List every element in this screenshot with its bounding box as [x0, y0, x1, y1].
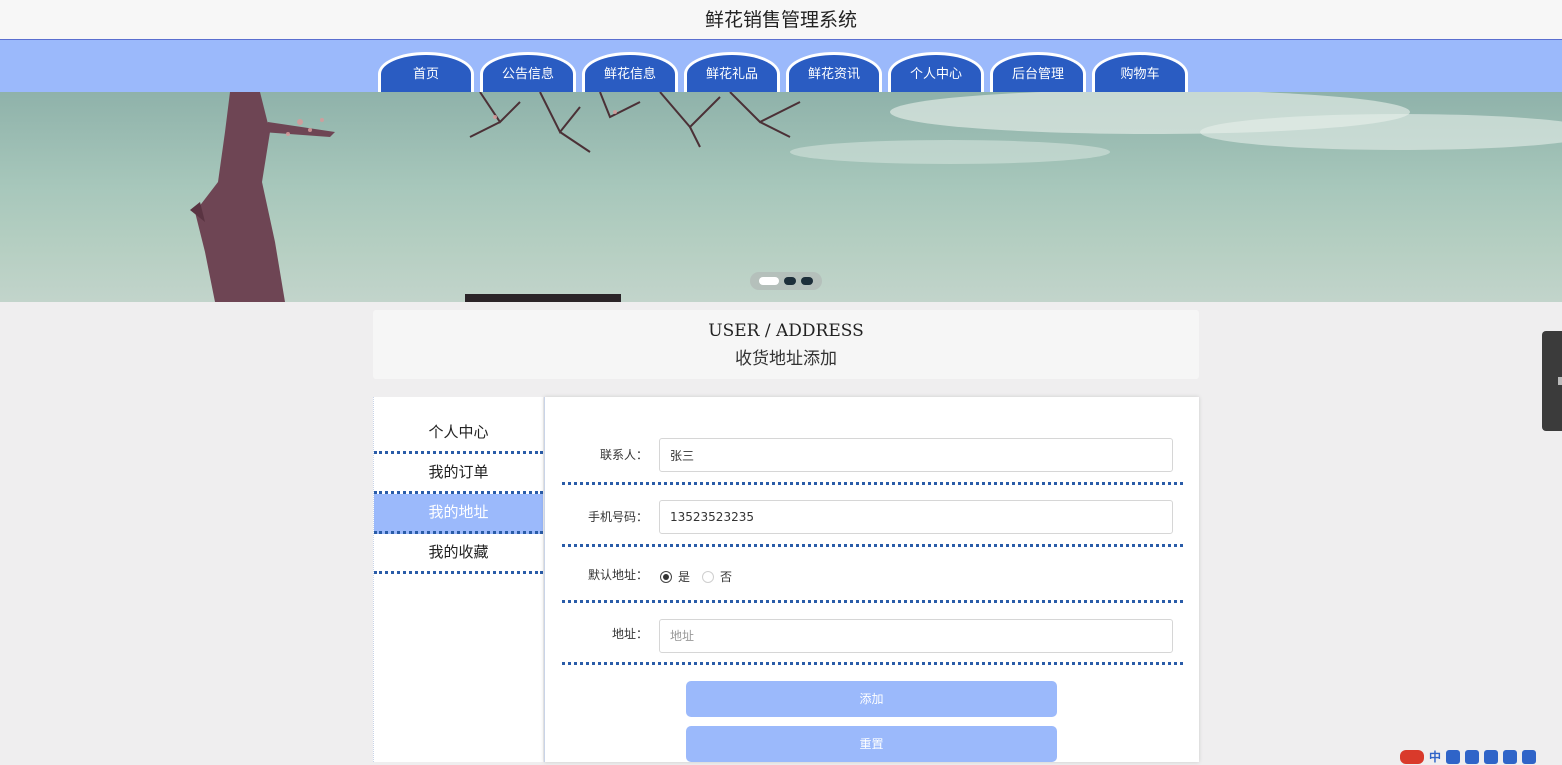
site-title: 鲜花销售管理系统 — [704, 9, 857, 31]
carousel-dot-3[interactable] — [801, 277, 813, 285]
emoji-icon[interactable] — [1465, 749, 1480, 764]
site-header: 鲜花销售管理系统 — [0, 0, 1562, 40]
default-address-radio-group: 是 否 — [660, 568, 744, 585]
form-row-default-address: 默认地址： 是 否 — [562, 560, 1183, 603]
page-title-cn: 收货地址添加 — [735, 349, 837, 369]
address-label: 地址： — [611, 627, 648, 641]
ime-logo-icon[interactable] — [1400, 749, 1424, 764]
contact-input[interactable] — [659, 438, 1173, 472]
default-yes-label: 是 — [678, 570, 691, 584]
nav-tab-flower-info[interactable]: 鲜花信息 — [582, 52, 678, 92]
page-title-box: USER / ADDRESS 收货地址添加 — [373, 310, 1199, 379]
side-menu: 个人中心 我的订单 我的地址 我的收藏 — [373, 397, 543, 762]
add-button[interactable]: 添加 — [686, 681, 1057, 717]
carousel-dot-2[interactable] — [784, 277, 796, 285]
system-tray: 中 — [1400, 748, 1537, 765]
banner-image — [190, 92, 1562, 302]
side-item-personal-center[interactable]: 个人中心 — [374, 414, 543, 454]
carousel-dots — [750, 272, 822, 290]
address-form: 联系人： 手机号码： 默认地址： 是 否 地址： 添加 重置 — [544, 397, 1199, 762]
default-address-label: 默认地址： — [587, 568, 648, 582]
carousel-dot-1[interactable] — [759, 277, 779, 285]
form-row-contact: 联系人： — [562, 438, 1183, 485]
form-row-address: 地址： — [562, 619, 1183, 665]
default-no-label: 否 — [720, 570, 733, 584]
nav-list: 首页 公告信息 鲜花信息 鲜花礼品 鲜花资讯 个人中心 后台管理 购物车 — [378, 52, 1188, 92]
side-item-my-favorites[interactable]: 我的收藏 — [374, 534, 543, 574]
nav-tab-home[interactable]: 首页 — [378, 52, 474, 92]
keyboard-icon[interactable] — [1503, 749, 1518, 764]
punctuation-icon[interactable] — [1446, 749, 1461, 764]
banner-carousel[interactable] — [0, 92, 1562, 302]
side-item-my-orders[interactable]: 我的订单 — [374, 454, 543, 494]
microphone-icon[interactable] — [1484, 749, 1499, 764]
ime-mode-indicator[interactable]: 中 — [1429, 748, 1441, 765]
page-title-en: USER / ADDRESS — [708, 321, 864, 341]
side-float-tab[interactable] — [1542, 331, 1562, 431]
address-input[interactable] — [659, 619, 1173, 653]
phone-input[interactable] — [659, 500, 1173, 534]
user-icon[interactable] — [1522, 749, 1537, 764]
nav-tab-personal-center[interactable]: 个人中心 — [888, 52, 984, 92]
default-no-radio[interactable] — [702, 570, 715, 583]
reset-button[interactable]: 重置 — [686, 726, 1057, 762]
nav-tab-admin[interactable]: 后台管理 — [990, 52, 1086, 92]
nav-bar: 首页 公告信息 鲜花信息 鲜花礼品 鲜花资讯 个人中心 后台管理 购物车 — [0, 40, 1562, 92]
form-row-phone: 手机号码： — [562, 500, 1183, 547]
nav-tab-announcements[interactable]: 公告信息 — [480, 52, 576, 92]
default-yes-radio[interactable] — [660, 570, 672, 583]
side-item-my-address[interactable]: 我的地址 — [374, 494, 543, 534]
nav-tab-flower-gifts[interactable]: 鲜花礼品 — [684, 52, 780, 92]
nav-tab-cart[interactable]: 购物车 — [1092, 52, 1188, 92]
nav-tab-flower-news[interactable]: 鲜花资讯 — [786, 52, 882, 92]
contact-label: 联系人： — [599, 448, 648, 462]
phone-label: 手机号码： — [587, 510, 648, 524]
